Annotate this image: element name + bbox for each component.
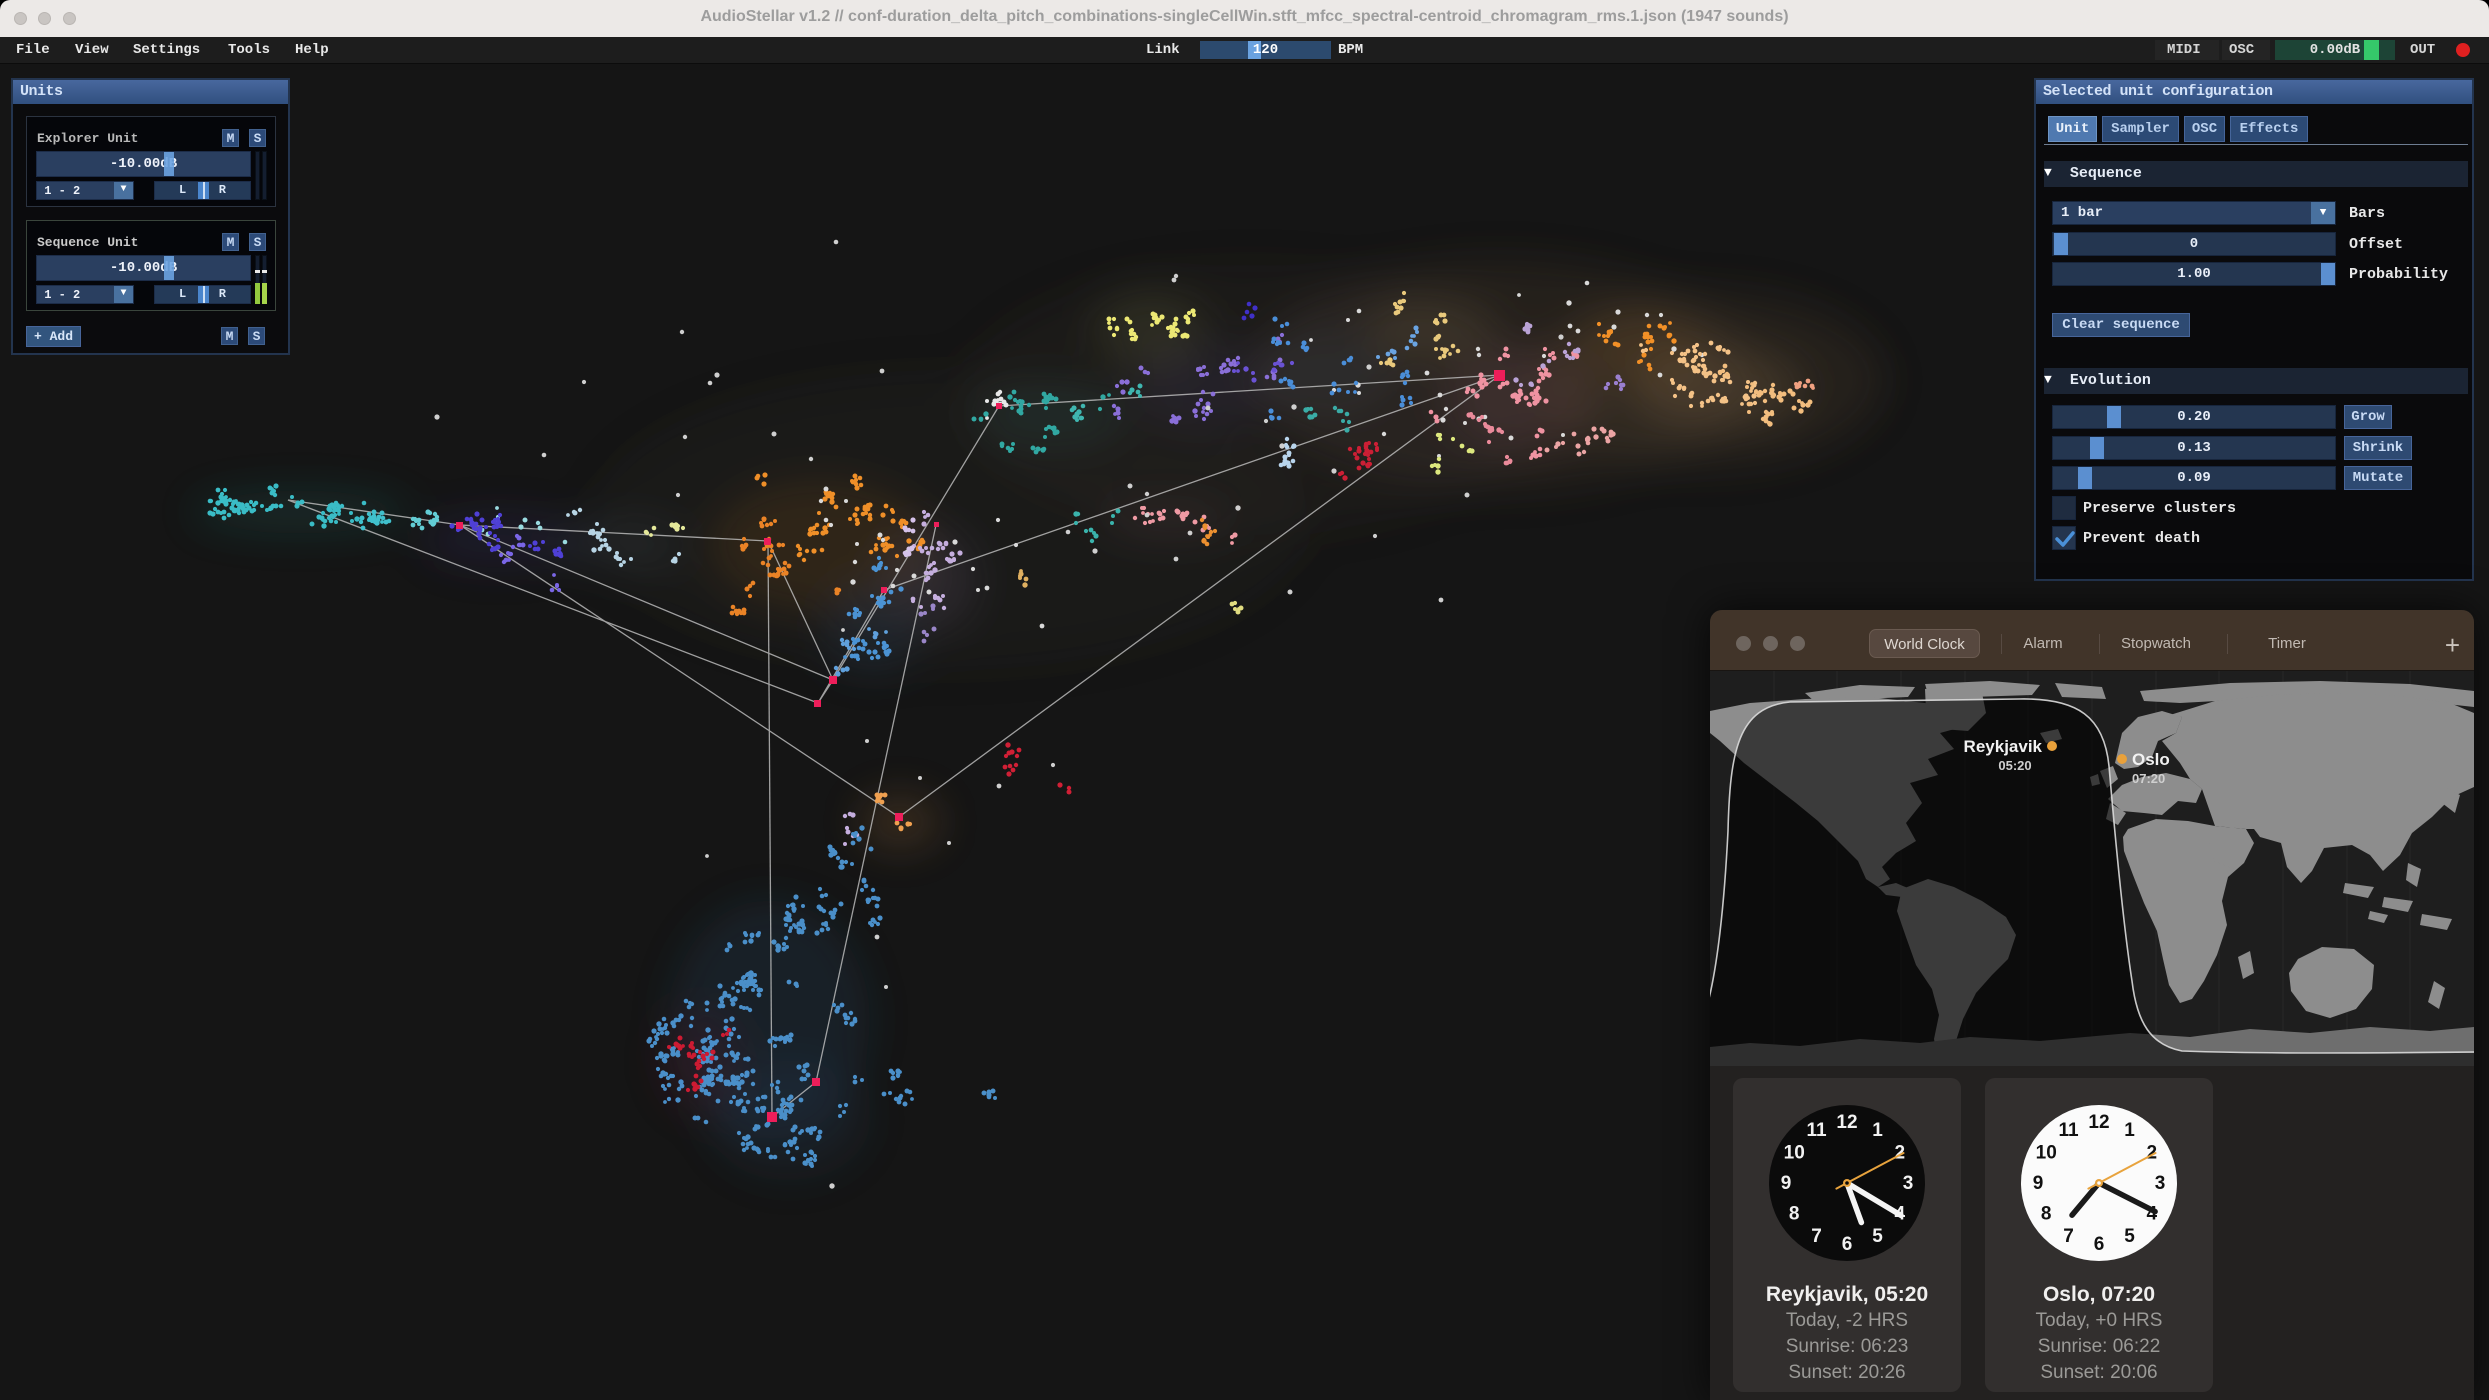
svg-text:12: 12	[2088, 1112, 2109, 1133]
svg-text:10: 10	[2036, 1143, 2057, 1164]
svg-text:8: 8	[2041, 1204, 2052, 1225]
svg-text:Oslo: Oslo	[2132, 750, 2170, 769]
svg-text:3: 3	[1903, 1173, 1914, 1194]
svg-text:05:20: 05:20	[1998, 758, 2031, 773]
svg-text:3: 3	[2155, 1173, 2166, 1194]
svg-text:7: 7	[1811, 1226, 1822, 1247]
svg-text:11: 11	[1806, 1120, 1827, 1141]
svg-text:6: 6	[2094, 1234, 2105, 1255]
svg-text:7: 7	[2063, 1226, 2074, 1247]
svg-text:1: 1	[2124, 1120, 2135, 1141]
svg-text:1: 1	[1872, 1120, 1883, 1141]
svg-text:07:20: 07:20	[2132, 771, 2165, 786]
svg-text:9: 9	[2033, 1173, 2044, 1194]
svg-text:5: 5	[2124, 1226, 2135, 1247]
svg-text:5: 5	[1872, 1226, 1883, 1247]
svg-text:6: 6	[1842, 1234, 1853, 1255]
svg-text:11: 11	[2058, 1120, 2079, 1141]
svg-text:9: 9	[1781, 1173, 1792, 1194]
svg-text:8: 8	[1789, 1204, 1800, 1225]
svg-text:12: 12	[1836, 1112, 1857, 1133]
svg-text:Reykjavik: Reykjavik	[1964, 737, 2043, 756]
svg-text:10: 10	[1784, 1143, 1805, 1164]
